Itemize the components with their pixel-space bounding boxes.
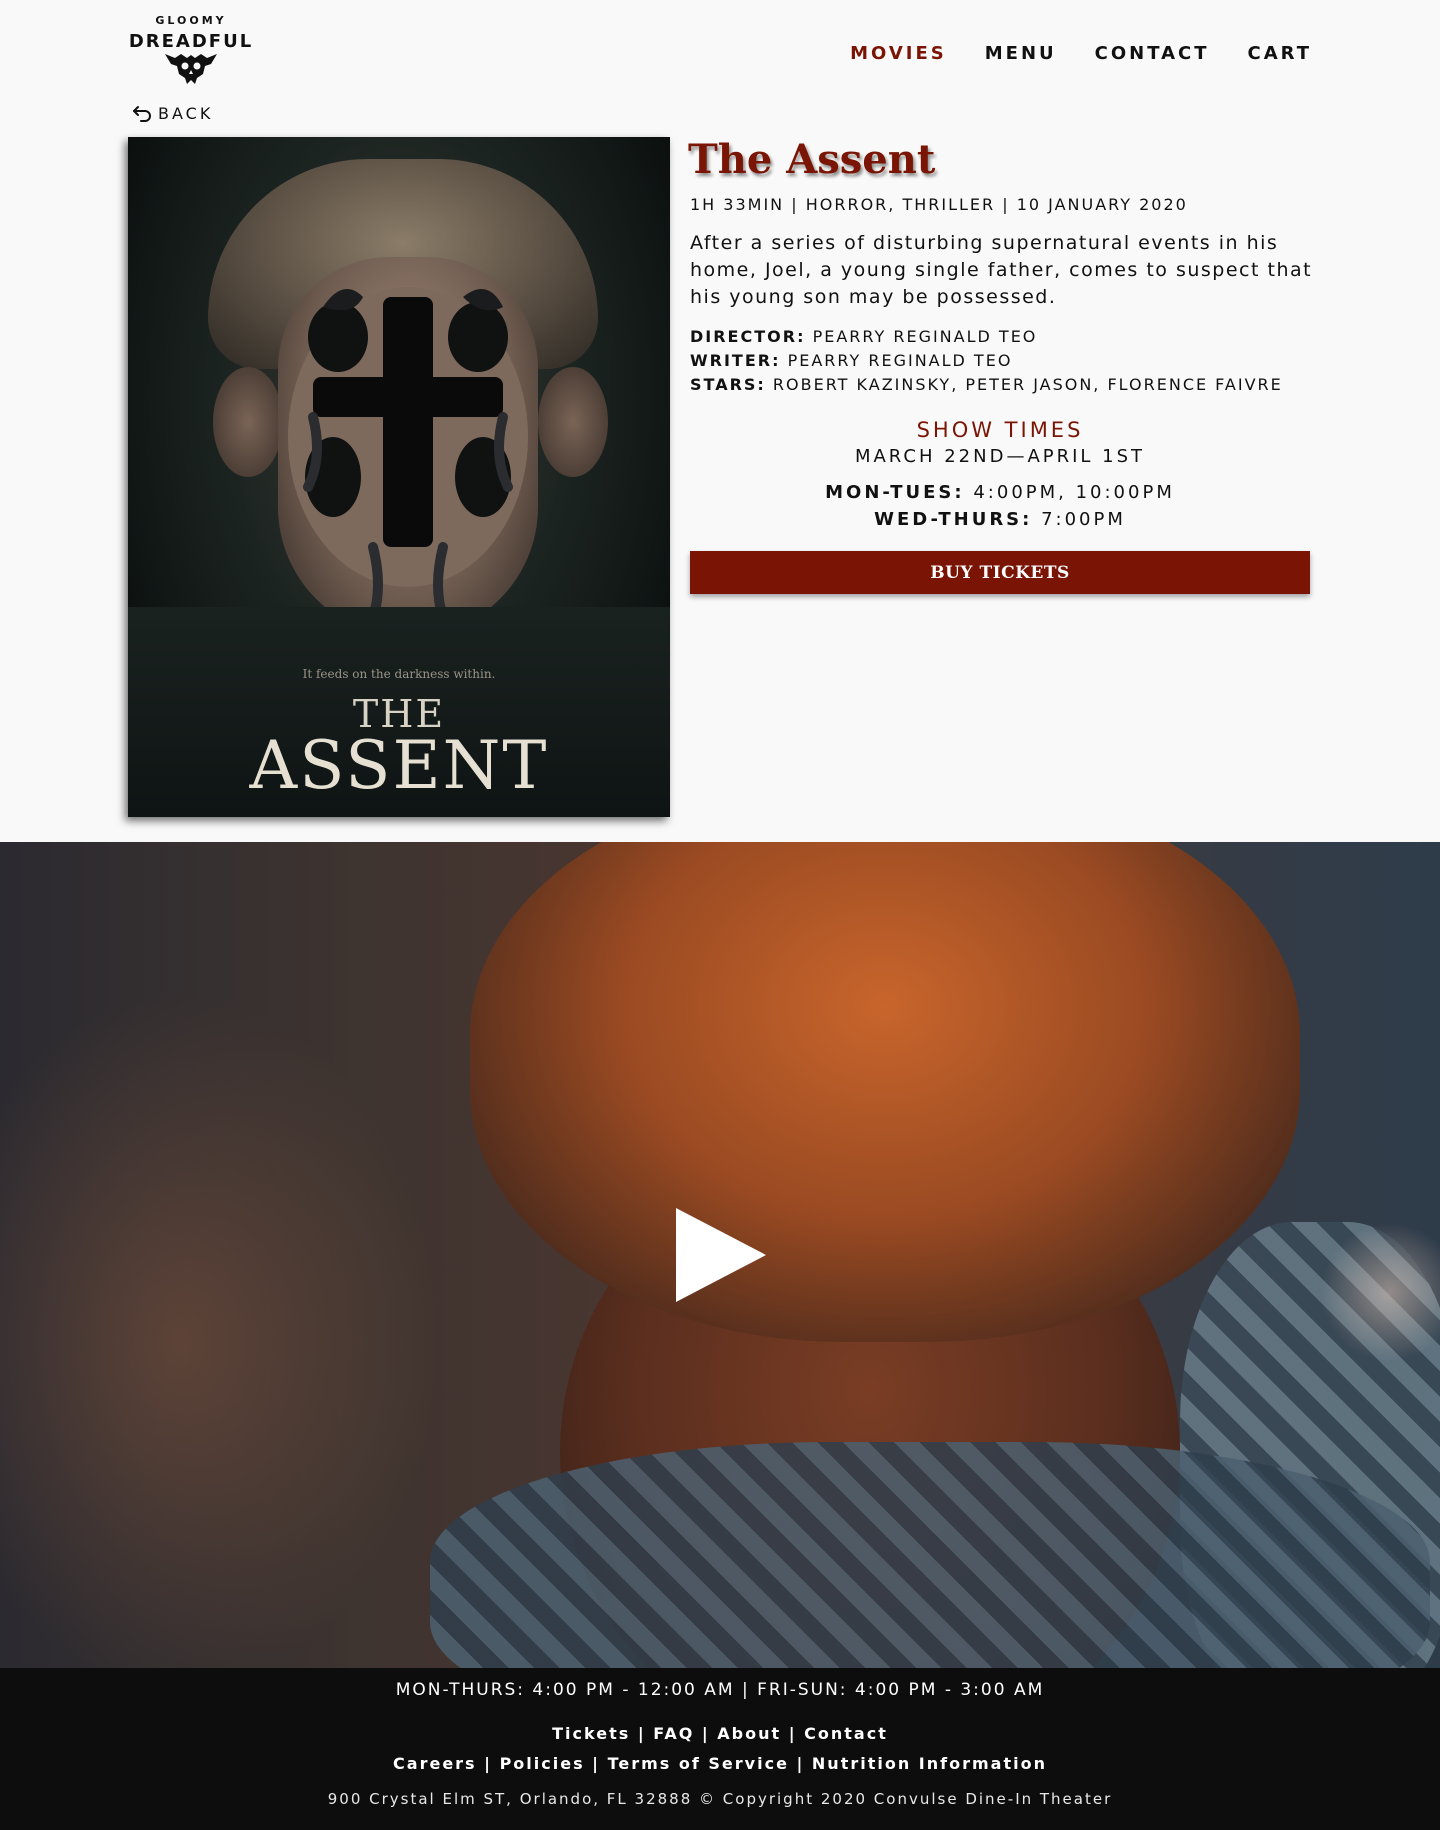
showtimes-range: MARCH 22ND—APRIL 1ST	[854, 446, 1146, 467]
footer-link-about[interactable]: About	[717, 1724, 781, 1743]
poster-title-main: ASSENT	[249, 727, 549, 804]
poster-ear-right	[538, 367, 608, 477]
footer-link-policies[interactable]: Policies	[500, 1754, 585, 1773]
footer-links-primary: Tickets | FAQ | About | Contact	[552, 1724, 888, 1743]
credit-label: DIRECTOR:	[690, 327, 806, 346]
credit-value: ROBERT KAZINSKY, PETER JASON, FLORENCE F…	[772, 375, 1283, 394]
video-shirt	[430, 1442, 1430, 1668]
video-bg-blur	[0, 992, 440, 1668]
showtime-days: WED-THURS:	[874, 509, 1033, 530]
nav-cart[interactable]: CART	[1248, 43, 1312, 64]
showtime-days: MON-TUES:	[825, 482, 965, 503]
skull-icon	[165, 54, 217, 84]
credit-value: PEARRY REGINALD TEO	[812, 327, 1038, 346]
poster-tagline: It feeds on the darkness within.	[302, 667, 496, 681]
movie-synopsis: After a series of disturbing supernatura…	[690, 232, 1313, 308]
credit-director: DIRECTOR: PEARRY REGINALD TEO	[690, 325, 1283, 349]
footer-link-terms[interactable]: Terms of Service	[608, 1754, 789, 1773]
nav-contact[interactable]: CONTACT	[1095, 43, 1210, 64]
showtimes-section: SHOW TIMES MARCH 22ND—APRIL 1ST MON-TUES…	[690, 416, 1310, 533]
showtime-times: 7:00PM	[1041, 509, 1126, 530]
play-icon[interactable]	[676, 1208, 766, 1302]
movie-title: The Assent	[688, 136, 936, 183]
credit-stars: STARS: ROBERT KAZINSKY, PETER JASON, FLO…	[690, 373, 1283, 397]
brand-logo[interactable]: GLOOMY DREADFUL	[126, 10, 256, 86]
showtimes-heading: SHOW TIMES	[916, 418, 1084, 442]
footer-link-careers[interactable]: Careers	[393, 1754, 477, 1773]
site-footer: MON-THURS: 4:00 PM - 12:00 AM | FRI-SUN:…	[0, 1668, 1440, 1830]
showtime-times: 4:00PM, 10:00PM	[973, 482, 1175, 503]
nav-movies[interactable]: MOVIES	[850, 43, 947, 64]
back-link[interactable]: BACK	[132, 104, 213, 123]
footer-link-tickets[interactable]: Tickets	[552, 1724, 630, 1743]
footer-links-secondary: Careers | Policies | Terms of Service | …	[393, 1754, 1047, 1773]
poster-mask-art	[288, 287, 528, 622]
showtime-row: WED-THURS: 7:00PM	[690, 506, 1310, 533]
credit-label: WRITER:	[690, 351, 781, 370]
site-header: GLOOMY DREADFUL MOVIES MENU CONTACT CART	[0, 0, 1440, 100]
brand-big-text: DREADFUL	[128, 31, 254, 52]
movie-meta: 1H 33MIN | HORROR, THRILLER | 10 JANUARY…	[690, 195, 1188, 214]
buy-tickets-button[interactable]: BUY TICKETS	[690, 551, 1310, 594]
footer-hours: MON-THURS: 4:00 PM - 12:00 AM | FRI-SUN:…	[395, 1680, 1045, 1700]
main-nav: MOVIES MENU CONTACT CART	[850, 43, 1312, 64]
showtime-row: MON-TUES: 4:00PM, 10:00PM	[690, 479, 1310, 506]
credit-writer: WRITER: PEARRY REGINALD TEO	[690, 349, 1283, 373]
footer-link-faq[interactable]: FAQ	[653, 1724, 694, 1743]
credit-value: PEARRY REGINALD TEO	[787, 351, 1013, 370]
nav-menu[interactable]: MENU	[985, 43, 1057, 64]
back-label: BACK	[158, 104, 214, 123]
undo-arrow-icon	[133, 105, 151, 122]
video-hair	[470, 842, 1300, 1342]
footer-link-nutrition[interactable]: Nutrition Information	[812, 1754, 1047, 1773]
brand-small-text: GLOOMY	[155, 14, 227, 27]
footer-link-contact[interactable]: Contact	[804, 1724, 888, 1743]
trailer-video[interactable]	[0, 842, 1440, 1668]
footer-copyright: 900 Crystal Elm ST, Orlando, FL 32888 © …	[327, 1790, 1113, 1808]
movie-poster: It feeds on the darkness within. THE ASS…	[128, 137, 670, 817]
movie-credits: DIRECTOR: PEARRY REGINALD TEO WRITER: PE…	[690, 325, 1283, 397]
credit-label: STARS:	[690, 375, 766, 394]
